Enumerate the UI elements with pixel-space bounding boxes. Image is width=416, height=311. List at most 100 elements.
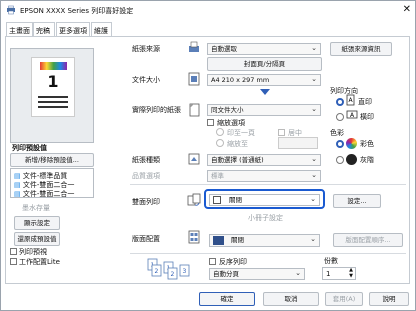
svg-text:2: 2	[171, 271, 175, 278]
job-arranger-checkbox[interactable]	[10, 258, 17, 265]
output-paper-icon	[189, 103, 200, 117]
multipage-label: 版面配置	[132, 235, 160, 243]
paper-source-label: 紙張來源	[132, 45, 160, 53]
chevron-down-icon: ⌄	[310, 195, 316, 203]
single-page-icon	[213, 196, 221, 204]
tab-main[interactable]: 主畫面	[6, 22, 33, 37]
show-settings-button[interactable]: 顯示設定	[14, 216, 60, 230]
duplex-icon	[187, 193, 201, 206]
preview-color-bar	[40, 62, 67, 70]
preview-page-number: 1	[47, 72, 59, 91]
ok-button[interactable]: 確定	[199, 292, 255, 306]
apply-button[interactable]: 套用(A)	[325, 292, 363, 306]
arrow-down-icon	[260, 89, 270, 95]
reduce-enlarge-checkbox[interactable]	[207, 119, 214, 126]
collate-icon: 1 2 1 2 3	[147, 258, 190, 280]
grayscale-radio[interactable]	[336, 156, 344, 164]
multipage-select[interactable]: 關閉 ⌄	[209, 234, 320, 247]
output-paper-select[interactable]: 同文件大小 ⌄	[207, 104, 321, 116]
paper-source-select[interactable]: 自動選取 ⌄	[207, 43, 321, 55]
presets-list[interactable]: ▤ 文件-標準品質 ▤ 文件-雙面二合一 ▤ 文件-雙面二合一	[10, 168, 94, 198]
chevron-down-icon: ⌄	[310, 235, 316, 243]
spinner-arrows-icon[interactable]: ▲ ▼	[349, 267, 353, 279]
color-option-label: 彩色	[360, 140, 374, 148]
reduce-enlarge-label: 縮放選項	[217, 119, 245, 127]
chevron-down-icon: ⌄	[311, 171, 317, 179]
printing-preferences-window: EPSON XXXX Series 列印喜好設定 ✕ 主畫面 完稿 更多選項 維…	[0, 0, 416, 311]
color-radio[interactable]	[336, 140, 344, 148]
collate-select[interactable]: 自動分頁 ⌄	[209, 268, 305, 280]
duplex-settings-button[interactable]: 設定...	[333, 194, 381, 208]
chevron-down-icon: ⌄	[311, 75, 317, 83]
duplex-label: 雙面列印	[132, 198, 160, 206]
layout-order-button[interactable]: 版面配置順序...	[333, 233, 403, 247]
zoom-to-label: 縮放至	[227, 140, 248, 148]
reverse-order-label: 反序列印	[219, 258, 247, 266]
quality-label: 品質選項	[132, 172, 160, 180]
landscape-icon: A	[346, 110, 358, 119]
paper-type-label: 紙張種類	[132, 156, 160, 164]
ink-levels-link[interactable]: 墨水存量	[22, 203, 50, 213]
preview-page: 1	[31, 57, 75, 117]
job-arranger-label: 工作配置Lite	[19, 258, 60, 266]
paper-source-info-button[interactable]: 紙張來源資訊	[330, 42, 392, 56]
presets-title: 列印預設值	[12, 144, 47, 152]
paper-type-select[interactable]: 自動選擇 (普通紙) ⌄	[207, 154, 321, 166]
window-title: EPSON XXXX Series 列印喜好設定	[20, 7, 134, 15]
grayscale-icon	[346, 154, 357, 165]
print-preview-label: 列印預視	[19, 248, 47, 256]
svg-text:2: 2	[155, 268, 159, 275]
copies-value: 1	[326, 270, 331, 278]
chevron-down-icon: ⌄	[311, 105, 317, 113]
portrait-radio[interactable]	[336, 98, 344, 106]
multipage-layout-icon	[188, 230, 200, 244]
add-remove-presets-button[interactable]: 新增/移除預設值...	[10, 153, 94, 167]
chevron-down-icon: ⌄	[311, 155, 317, 163]
paper-tray-icon	[189, 41, 199, 52]
portrait-icon: A	[346, 94, 355, 106]
page-layout-swatch-icon	[213, 236, 224, 245]
close-icon[interactable]: ✕	[403, 4, 411, 15]
document-size-select[interactable]: A4 210 x 297 mm ⌄	[207, 74, 321, 86]
help-button[interactable]: 說明	[369, 292, 409, 306]
booklet-settings-link[interactable]: 小冊子設定	[248, 213, 283, 223]
title-bar: EPSON XXXX Series 列印喜好設定 ✕	[1, 1, 415, 20]
reverse-order-checkbox[interactable]	[209, 258, 216, 265]
color-label: 色彩	[330, 129, 344, 137]
document-size-icon	[188, 72, 200, 86]
landscape-label: 橫印	[360, 113, 374, 121]
list-item[interactable]: ▤ 文件-雙面二合一	[14, 189, 74, 199]
zoom-to-radio[interactable]	[216, 139, 224, 147]
preview-text-line	[38, 96, 68, 98]
divider	[130, 184, 406, 185]
fit-to-page-label: 印至一頁	[227, 129, 255, 137]
tab-finishing[interactable]: 完稿	[33, 22, 55, 36]
dialog-footer: 確定 取消 套用(A) 說明	[1, 286, 415, 310]
tab-more-options[interactable]: 更多選項	[56, 22, 90, 36]
portrait-label: 直印	[358, 98, 372, 106]
zoom-percent-field[interactable]	[278, 137, 318, 149]
copies-spinner[interactable]: 1 ▲ ▼	[322, 267, 356, 280]
quality-select[interactable]: 標準 ⌄	[207, 170, 321, 182]
fit-to-page-radio[interactable]	[216, 128, 224, 136]
printer-app-icon	[7, 5, 15, 15]
preview-text-line	[38, 106, 68, 108]
divider	[130, 253, 406, 254]
center-checkbox[interactable]	[278, 129, 285, 136]
tab-maintenance[interactable]: 維護	[91, 22, 112, 36]
main-tab-panel: 1 列印預設值 新增/移除預設值... ▤ 文件-標準品質 ▤ 文件-雙面二合一…	[5, 36, 410, 284]
chevron-down-icon: ⌄	[311, 44, 317, 52]
print-preview-area: 1	[10, 48, 94, 143]
copies-label: 份數	[324, 257, 338, 265]
reset-defaults-button[interactable]: 還原成預設值	[14, 232, 60, 246]
landscape-radio[interactable]	[336, 113, 344, 121]
preview-text-line	[38, 101, 68, 103]
chevron-down-icon: ⌄	[295, 269, 301, 277]
envelope-separator-button[interactable]: 封面頁/分隔頁	[207, 57, 322, 71]
duplex-select[interactable]: 關閉 ⌄	[209, 194, 320, 206]
output-paper-label: 實際列印的紙張	[132, 106, 181, 114]
paper-type-icon	[188, 153, 200, 165]
print-preview-checkbox[interactable]	[10, 248, 17, 255]
grayscale-label: 灰階	[360, 156, 374, 164]
cancel-button[interactable]: 取消	[263, 292, 319, 306]
